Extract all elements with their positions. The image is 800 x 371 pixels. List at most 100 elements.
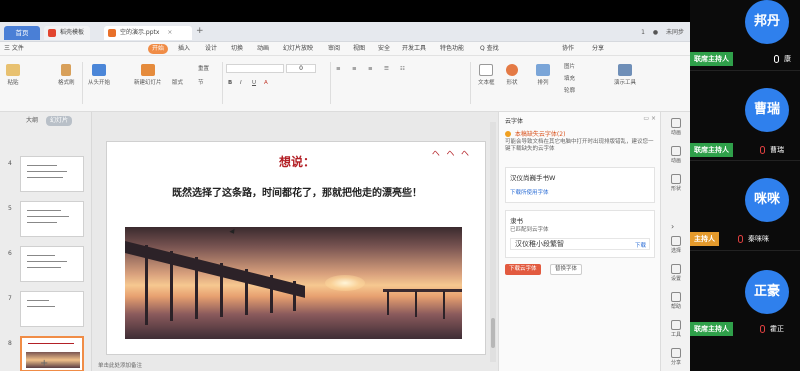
numbered-list-icon[interactable]: ☷ — [400, 66, 405, 72]
slide-number: 5 — [8, 205, 12, 212]
divider — [222, 62, 223, 104]
play-from-start-button[interactable]: 从头开始 — [88, 64, 110, 86]
shape-icon — [506, 64, 518, 76]
italic-button[interactable]: I — [240, 80, 242, 86]
participant-tile[interactable]: 邦丹 联席主持人 康 — [690, 0, 800, 85]
menu-search[interactable]: Q 查找 — [480, 44, 499, 54]
slide-body-text[interactable]: 既然选择了这条路，时间都花了，那就把他走的漂亮些！ — [107, 184, 487, 199]
align-right-icon[interactable]: ≡ — [368, 66, 373, 72]
menu-home[interactable]: 开始 — [148, 44, 169, 54]
sun-glow — [325, 275, 365, 291]
side-tool-help[interactable]: 帮助 — [663, 292, 689, 310]
participant-tile[interactable]: 正豪 联席主持人 霍正 — [690, 270, 800, 355]
tab-outline[interactable]: 大纲 — [22, 116, 42, 126]
format-painter-button[interactable]: 格式刷 — [58, 64, 75, 86]
menu-insert[interactable]: 插入 — [178, 44, 190, 54]
ribbon-toolbar: 粘贴 格式刷 从头开始 新建幻灯片 版式 重置 节 0 B I U A ≡ ≡ … — [0, 56, 690, 112]
slide-thumbnail-7[interactable] — [20, 291, 84, 327]
menu-file[interactable]: 三 文件 — [4, 44, 24, 54]
section-button[interactable]: 节 — [198, 78, 204, 86]
menu-view[interactable]: 视图 — [353, 44, 365, 54]
transition-icon — [671, 146, 681, 156]
font-card[interactable]: 汉仪尚巍手书W 下载所使用字体 — [505, 167, 655, 203]
font-download-link[interactable]: 下载 — [635, 241, 646, 249]
menu-share[interactable]: 分享 — [592, 44, 604, 54]
bullet-list-icon[interactable]: ☰ — [384, 66, 389, 72]
layout-button[interactable]: 版式 — [172, 78, 183, 86]
replace-font-button[interactable]: 替换字体 — [550, 264, 583, 275]
brush-icon — [61, 64, 72, 76]
picture-button[interactable]: 图片 — [564, 62, 575, 70]
fill-button[interactable]: 填充 — [564, 74, 575, 82]
notes-placeholder[interactable]: 单击此处添加备注 — [98, 361, 142, 369]
participant-name: 康 — [784, 55, 791, 63]
home-tab[interactable]: 首页 — [4, 26, 40, 40]
add-tab-icon[interactable]: + — [196, 26, 204, 36]
font-sample[interactable]: 汉仪稚小段繁智 — [510, 238, 650, 250]
chevron-right-icon[interactable]: › — [671, 222, 674, 231]
font-size-select[interactable]: 0 — [286, 64, 316, 73]
scrollbar-thumb[interactable] — [491, 318, 495, 348]
close-icon[interactable]: × — [167, 29, 172, 36]
user-avatar-icon[interactable]: ● — [653, 29, 658, 36]
select-icon — [671, 236, 681, 246]
menu-features[interactable]: 特色功能 — [440, 44, 464, 54]
menu-security[interactable]: 安全 — [378, 44, 390, 54]
font-link[interactable]: 下载所使用字体 — [510, 188, 549, 196]
slide-thumbnail-5[interactable] — [20, 201, 84, 237]
side-tool-settings[interactable]: 设置 — [663, 264, 689, 282]
menu-design[interactable]: 设计 — [205, 44, 217, 54]
side-tool-share[interactable]: 分享 — [663, 348, 689, 366]
new-slide-icon — [140, 64, 155, 76]
side-tool-animation[interactable]: 动画 — [663, 118, 689, 136]
download-cloud-fonts-button[interactable]: 下载云字体 — [505, 264, 541, 275]
menu-developer[interactable]: 开发工具 — [402, 44, 426, 54]
slide-thumbnail-4[interactable] — [20, 156, 84, 192]
side-tool-shape[interactable]: 形状 — [663, 174, 689, 192]
bold-button[interactable]: B — [228, 80, 232, 86]
side-tool-select[interactable]: 选择 — [663, 236, 689, 254]
paste-button[interactable]: 粘贴 — [6, 64, 20, 86]
presentation-tools-button[interactable]: 演示工具 — [614, 64, 636, 86]
align-left-icon[interactable]: ≡ — [336, 66, 341, 72]
tab-presentation[interactable]: 空的演示.pptx × — [104, 26, 192, 40]
slide-title[interactable]: 想说： — [107, 153, 487, 170]
tab-slides[interactable]: 幻灯片 — [46, 116, 73, 126]
text-box-button[interactable]: 文本框 — [478, 64, 495, 86]
menu-animation[interactable]: 动画 — [257, 44, 269, 54]
reset-button[interactable]: 重置 — [198, 64, 209, 72]
menu-transition[interactable]: 切换 — [231, 44, 243, 54]
tools-icon — [618, 64, 632, 76]
align-center-icon[interactable]: ≡ — [352, 66, 357, 72]
slide-thumbnail-6[interactable] — [20, 246, 84, 282]
clipboard-icon — [6, 64, 20, 76]
slide-thumbnail-8[interactable] — [20, 336, 84, 371]
new-slide-button[interactable]: 新建幻灯片 — [134, 64, 162, 86]
outline-button[interactable]: 轮廓 — [564, 86, 575, 94]
arrange-button[interactable]: 排列 — [536, 64, 550, 86]
sync-status[interactable]: 未同步 — [666, 29, 684, 36]
panel-controls[interactable]: ▭ × — [643, 115, 656, 122]
font-card[interactable]: 隶书 已匹配到云字体 汉仪稚小段繁智 下载 — [505, 210, 655, 258]
help-icon — [671, 292, 681, 302]
divider — [82, 62, 83, 104]
font-name-select[interactable] — [226, 64, 284, 73]
side-tool-transition[interactable]: 动画 — [663, 146, 689, 164]
side-tool-tools[interactable]: 工具 — [663, 320, 689, 338]
divider — [690, 250, 800, 251]
font-color-button[interactable]: A — [264, 80, 268, 86]
add-slide-button[interactable]: + — [40, 358, 48, 369]
menu-slideshow[interactable]: 幻灯片放映 — [283, 44, 313, 54]
menu-review[interactable]: 审阅 — [328, 44, 340, 54]
sunset-bridge-photo[interactable] — [125, 227, 462, 339]
current-slide[interactable]: ヘ ヘ ヘ 想说： 既然选择了这条路，时间都花了，那就把他走的漂亮些！ — [106, 141, 486, 355]
underline-button[interactable]: U — [252, 80, 256, 86]
font-match-status: 已匹配到云字体 — [510, 227, 549, 233]
shape-button[interactable]: 形状 — [506, 64, 518, 86]
mic-muted-icon — [738, 235, 743, 243]
vertical-scrollbar[interactable] — [490, 122, 496, 362]
tab-label: 稻壳模板 — [60, 29, 85, 36]
tab-templates[interactable]: 稻壳模板 — [44, 26, 91, 40]
missing-font-warning: 本稿缺失云字体(2) — [505, 129, 565, 138]
menu-collab[interactable]: 协作 — [562, 44, 574, 54]
